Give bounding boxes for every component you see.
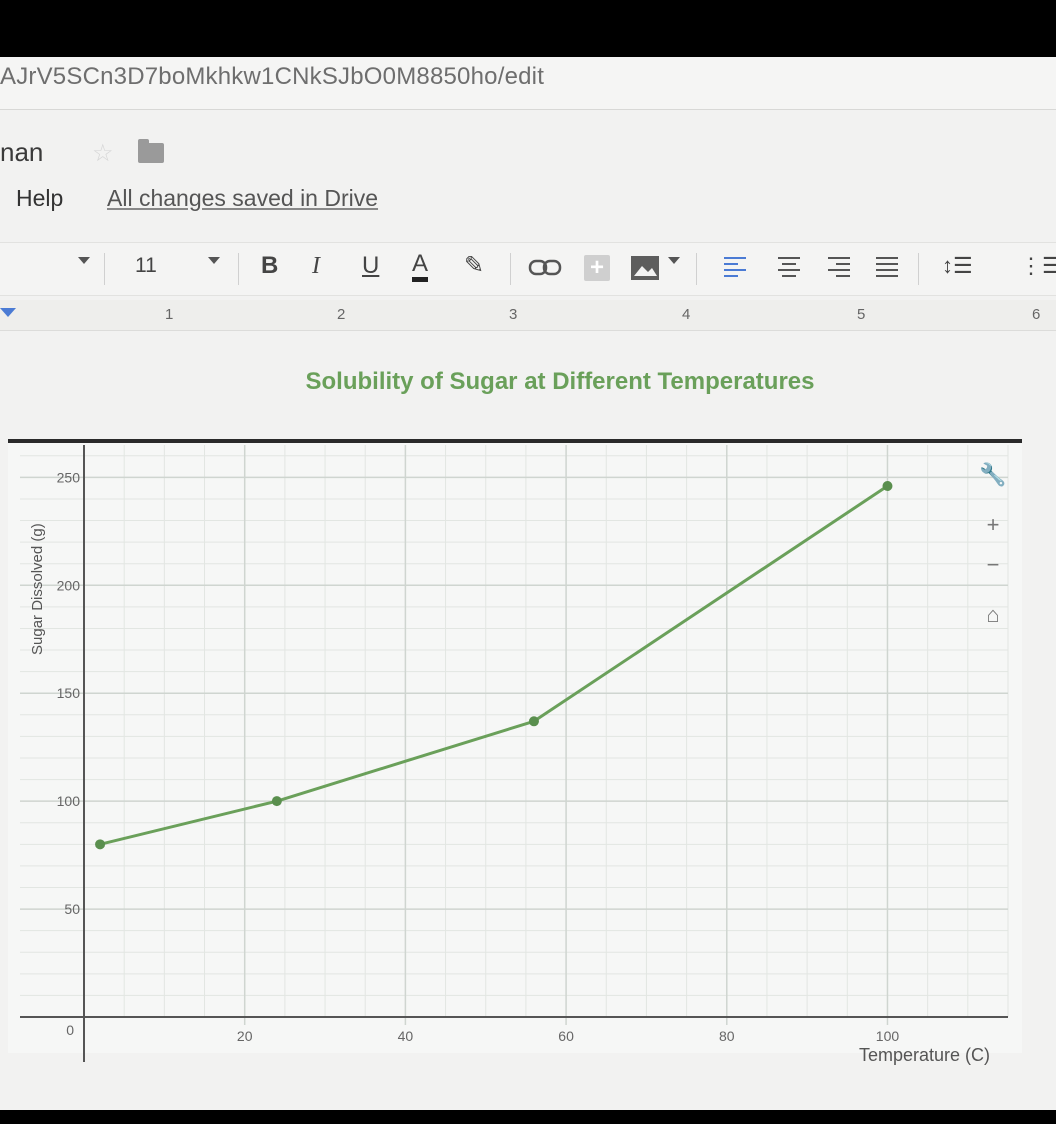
data-point[interactable] (882, 481, 893, 492)
screen: AJrV5SCn3D7boMkhkw1CNkSJbO0M8850ho/edit … (0, 57, 1056, 1110)
zoom-out-icon[interactable]: − (976, 549, 1010, 581)
y-tick-label: 250 (57, 469, 81, 485)
x-tick-label: 60 (558, 1028, 574, 1044)
x-tick-label: 40 (398, 1028, 414, 1044)
data-point[interactable] (271, 796, 282, 807)
x-tick-label: 100 (876, 1028, 900, 1044)
y-tick-label: 150 (57, 685, 81, 701)
x-tick-label: 0 (66, 1022, 74, 1038)
x-tick-label: 20 (237, 1028, 253, 1044)
zoom-in-icon[interactable]: + (976, 509, 1010, 541)
home-icon[interactable]: ⌂ (976, 599, 1010, 631)
data-point[interactable] (528, 716, 539, 727)
y-axis-label: Sugar Dissolved (g) (29, 523, 46, 655)
plot-area (8, 441, 1022, 1053)
x-axis-label: Temperature (C) (859, 1045, 990, 1065)
data-point[interactable] (95, 839, 106, 850)
y-tick-label: 50 (64, 901, 80, 917)
line-chart: 501001502002500 20 40 60 80 100Temperature (C… (8, 439, 1022, 1065)
wrench-icon[interactable]: 🔧 (976, 459, 1010, 491)
y-tick-label: 200 (57, 577, 81, 593)
y-tick-label: 100 (57, 793, 81, 809)
x-tick-label: 80 (719, 1028, 735, 1044)
